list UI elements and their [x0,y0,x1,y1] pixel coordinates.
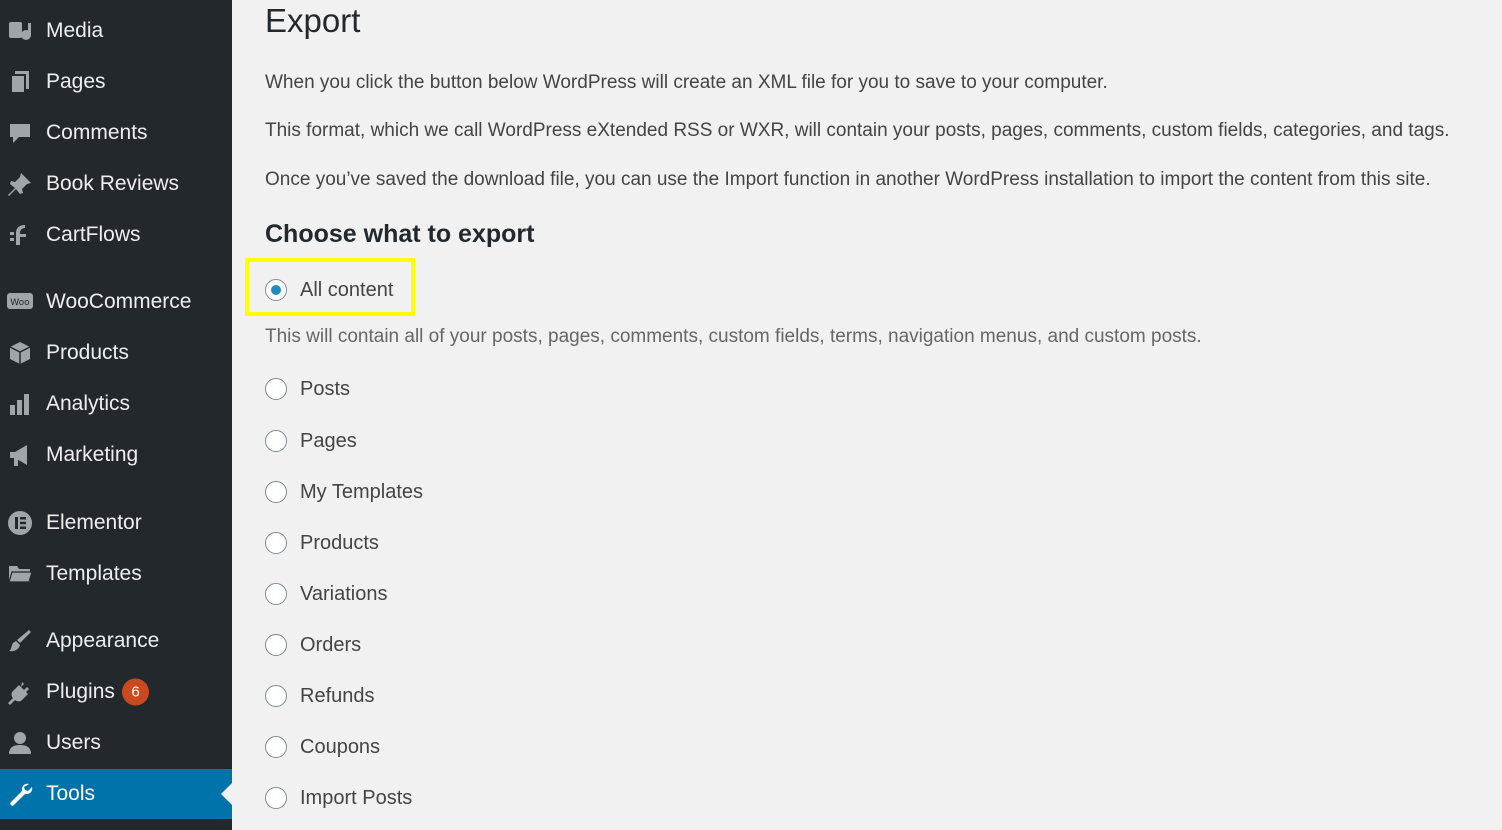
radio-label: Products [300,531,379,554]
sidebar-item-label: Appearance [46,629,160,652]
radio-label: Refunds [300,684,375,707]
sidebar-item-pages[interactable]: Pages [0,57,232,107]
sidebar-item-comments[interactable]: Comments [0,108,232,158]
sidebar-item-users[interactable]: Users [0,718,232,768]
radio-label: Coupons [300,735,381,758]
sidebar-item-book-reviews[interactable]: Book Reviews [0,159,232,209]
box-icon [5,338,35,368]
radio-button[interactable] [265,279,287,301]
sidebar-item-label: Analytics [46,392,131,415]
sidebar-item-label: WooCommerce [46,290,192,313]
radio-refunds[interactable]: Refunds [265,681,375,711]
sidebar-item-products[interactable]: Products [0,328,232,378]
admin-sidebar: Media Pages Comments Book Reviews CartFl… [0,0,232,830]
intro-paragraph: When you click the button below WordPres… [265,72,1108,93]
sidebar-item-label: Marketing [46,443,139,466]
radio-import-posts[interactable]: Import Posts [265,783,412,813]
radio-label: Pages [300,429,357,452]
radio-my-templates[interactable]: My Templates [265,477,423,507]
radio-variations[interactable]: Variations [265,579,387,609]
bar-chart-icon [5,389,35,419]
sidebar-item-label: Tools [46,782,96,805]
sidebar-item-elementor[interactable]: Elementor [0,498,232,548]
sidebar-item-label: Book Reviews [46,172,180,195]
sidebar-item-label: Templates [46,562,142,585]
radio-products[interactable]: Products [265,528,379,558]
radio-label: All content [300,278,394,301]
section-title: Choose what to export [265,220,535,248]
sidebar-item-appearance[interactable]: Appearance [0,616,232,666]
radio-label: Posts [300,377,351,400]
sidebar-item-label: Plugins [46,680,115,703]
sidebar-item-label: Comments [46,121,148,144]
radio-orders[interactable]: Orders [265,630,361,660]
radio-button[interactable] [265,430,287,452]
megaphone-icon [5,440,35,470]
radio-label: Import Posts [300,786,413,809]
page-title: Export [265,2,361,39]
brush-icon [5,626,35,656]
user-icon [5,728,35,758]
import-paragraph: Once you’ve saved the download file, you… [265,169,1431,190]
sidebar-item-woocommerce[interactable]: Woo WooCommerce [0,277,232,327]
radio-button[interactable] [265,481,287,503]
radio-button[interactable] [265,378,287,400]
sidebar-item-marketing[interactable]: Marketing [0,430,232,480]
radio-button[interactable] [265,634,287,656]
sidebar-item-label: CartFlows [46,223,141,246]
svg-text:Woo: Woo [10,298,30,308]
radio-label: Variations [300,582,388,605]
sidebar-item-label: Pages [46,70,106,93]
sidebar-item-analytics[interactable]: Analytics [0,379,232,429]
sidebar-item-media[interactable]: Media [0,6,232,56]
sidebar-item-templates[interactable]: Templates [0,549,232,599]
wxr-paragraph: This format, which we call WordPress eXt… [265,120,1450,141]
cartflows-icon [5,220,35,250]
plug-icon [5,677,35,707]
radio-posts[interactable]: Posts [265,374,350,404]
radio-button[interactable] [265,685,287,707]
all-content-description: This will contain all of your posts, pag… [265,326,1202,347]
wrench-icon [5,779,35,809]
update-count-badge: 6 [122,678,149,706]
pin-icon [5,169,35,199]
radio-label: My Templates [300,480,424,503]
radio-button[interactable] [265,787,287,809]
elementor-icon [5,508,35,538]
radio-all-content[interactable]: All content [265,275,393,305]
sidebar-item-cartflows[interactable]: CartFlows [0,210,232,260]
pages-icon [5,67,35,97]
sidebar-item-plugins[interactable]: Plugins 6 [0,667,232,717]
sidebar-item-tools[interactable]: Tools [0,769,232,819]
radio-label: Orders [300,633,362,656]
sidebar-item-label: Media [46,19,104,42]
sidebar-item-label: Users [46,731,101,754]
sidebar-item-label: Elementor [46,511,142,534]
radio-button[interactable] [265,736,287,758]
radio-button[interactable] [265,583,287,605]
media-icon [5,16,35,46]
woo-icon: Woo [5,287,35,317]
radio-button[interactable] [265,532,287,554]
radio-coupons[interactable]: Coupons [265,732,380,762]
radio-pages[interactable]: Pages [265,426,357,456]
comments-icon [5,118,35,148]
folder-icon [5,559,35,589]
sidebar-item-label: Products [46,341,129,364]
